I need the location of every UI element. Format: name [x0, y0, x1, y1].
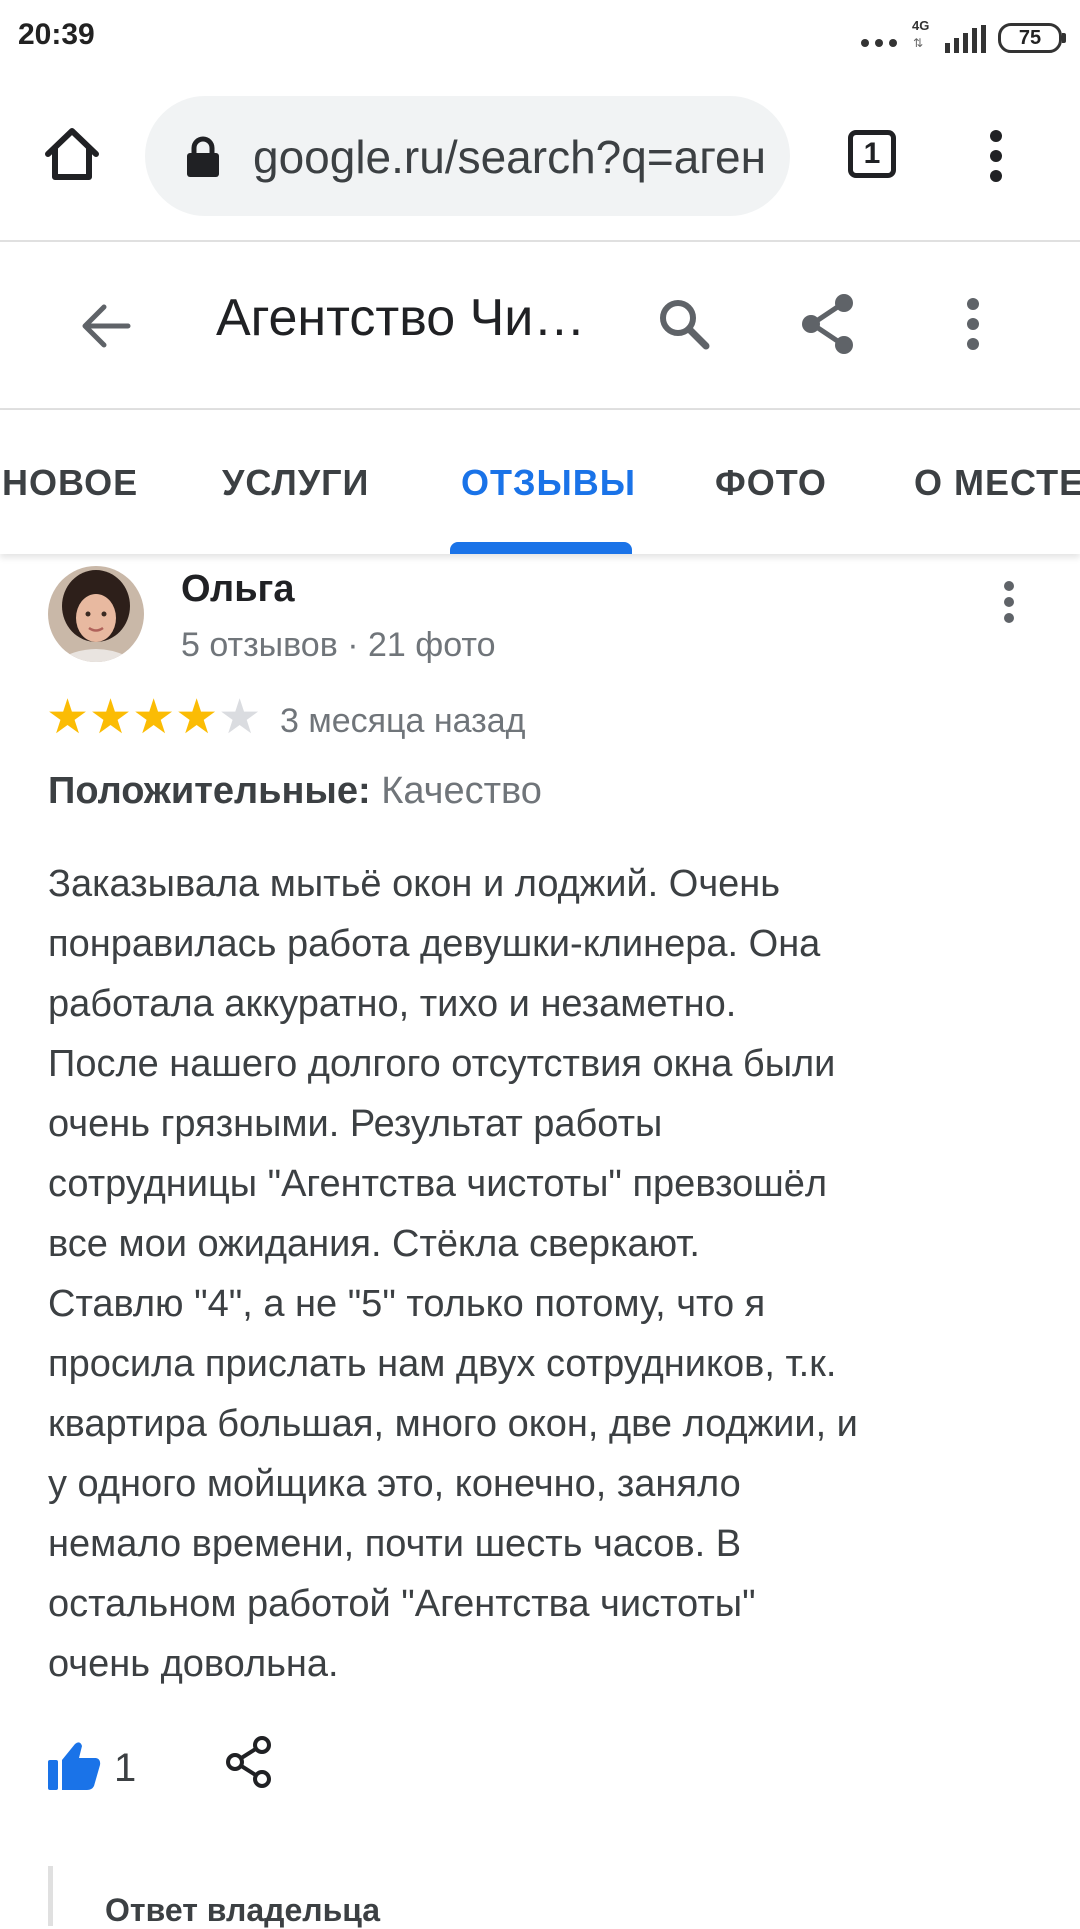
network-type-icon: 4G ⇅: [912, 18, 930, 50]
search-button[interactable]: [654, 294, 714, 354]
arrow-back-icon: [82, 304, 131, 348]
browser-toolbar: google.ru/search?q=агентство 1: [0, 72, 1080, 242]
star-filled-icon: ★: [132, 691, 176, 744]
pros-label: Положительные:: [48, 770, 371, 812]
place-menu-button[interactable]: [955, 294, 991, 354]
home-icon: [45, 128, 99, 180]
tab-about[interactable]: О МЕСТЕ: [914, 462, 1080, 504]
address-bar[interactable]: google.ru/search?q=агентство: [145, 96, 790, 216]
back-button[interactable]: [78, 298, 134, 354]
share-icon: [802, 294, 853, 354]
active-tab-indicator: [450, 542, 632, 554]
url-text: google.ru/search?q=агентство: [253, 131, 763, 183]
share-icon: [226, 1736, 271, 1788]
review-text-line: просила прислать нам двух сотрудников, т…: [48, 1343, 837, 1385]
tab-services[interactable]: УСЛУГИ: [222, 462, 369, 504]
review-pros: Положительные: Качество: [48, 770, 542, 813]
reviewer-meta: 5 отзывов · 21 фото: [181, 626, 496, 664]
more-vert-icon: [1004, 581, 1014, 623]
review-text-line: понравилась работа девушки-клинера. Она: [48, 923, 821, 965]
review-text-line: остальном работой "Агентства чистоты": [48, 1583, 756, 1625]
review-text-line: Ставлю "4", а не "5" только потому, что …: [48, 1283, 766, 1325]
review-date: 3 месяца назад: [280, 702, 526, 740]
status-time: 20:39: [18, 18, 95, 51]
browser-menu-button[interactable]: [980, 126, 1012, 186]
notification-dots-icon: [861, 39, 897, 47]
battery-icon: 75: [998, 23, 1066, 53]
place-tabs: НОВОЕ УСЛУГИ ОТЗЫВЫ ФОТО О МЕСТЕ: [0, 410, 1080, 554]
star-filled-icon: ★: [175, 691, 219, 744]
lock-icon: [187, 136, 219, 177]
place-header: Агентство Чистоты: [0, 242, 1080, 410]
share-review-button[interactable]: [224, 1736, 274, 1788]
like-count: 1: [114, 1746, 137, 1790]
review-text-line: работала аккуратно, тихо и незаметно.: [48, 983, 737, 1025]
tab-count: 1: [863, 137, 881, 170]
avatar[interactable]: [48, 566, 144, 662]
review-text-line: все мои ожидания. Стёкла сверкают.: [48, 1223, 700, 1265]
user-photo-icon: [48, 566, 144, 662]
home-button[interactable]: [42, 124, 102, 184]
network-type-label: 4G: [912, 18, 930, 33]
review-text-line: очень грязными. Результат работы: [48, 1103, 663, 1145]
tab-new[interactable]: НОВОЕ: [2, 462, 138, 504]
review-text: Заказывала мытьё окон и лоджий. Очень по…: [48, 854, 1008, 1694]
place-title: Агентство Чистоты: [216, 289, 606, 347]
status-bar: 20:39 4G ⇅ 75: [0, 0, 1080, 72]
tab-reviews[interactable]: ОТЗЫВЫ: [461, 462, 636, 504]
owner-reply: Ответ владельца: [48, 1866, 953, 1928]
reviewer-name[interactable]: Ольга: [181, 568, 295, 611]
battery-level: 75: [1018, 26, 1042, 49]
more-vert-icon: [990, 130, 1002, 182]
star-empty-icon: ★: [218, 691, 262, 744]
share-place-button[interactable]: [798, 292, 858, 356]
pros-value: Качество: [381, 770, 542, 812]
review-text-line: После нашего долгого отсутствия окна был…: [48, 1043, 836, 1085]
star-rating: ★ ★ ★ ★ ★: [46, 694, 261, 742]
review-text-line: Заказывала мытьё окон и лоджий. Очень: [48, 863, 781, 905]
tab-photos[interactable]: ФОТО: [715, 462, 827, 504]
owner-reply-label: Ответ владельца: [105, 1892, 381, 1928]
signal-strength-icon: [945, 25, 986, 53]
more-vert-icon: [967, 298, 979, 350]
search-icon: [660, 300, 710, 350]
review-text-line: квартира большая, много окон, две лоджии…: [48, 1403, 858, 1445]
status-icons: 4G ⇅ 75: [861, 14, 1066, 58]
tab-switcher-button[interactable]: 1: [848, 130, 896, 178]
review-text-line: очень довольна.: [48, 1643, 339, 1685]
star-filled-icon: ★: [46, 691, 90, 744]
review-text-line: немало времени, почти шесть часов. В: [48, 1523, 742, 1565]
thumbs-up-icon: [48, 1742, 101, 1790]
star-filled-icon: ★: [89, 691, 133, 744]
review-text-line: сотрудницы "Агентства чистоты" превзошёл: [48, 1163, 827, 1205]
like-button[interactable]: [46, 1740, 102, 1792]
review-menu-button[interactable]: [1000, 580, 1018, 624]
review-text-line: у одного мойщика это, конечно, заняло: [48, 1463, 741, 1505]
